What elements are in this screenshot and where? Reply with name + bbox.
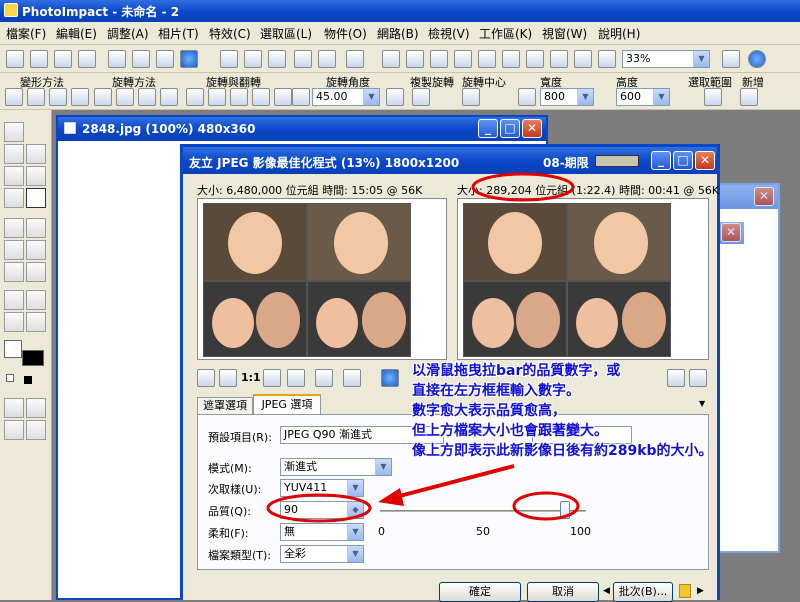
annotation-line-1: 以滑鼠拖曳拉bar的品質數字，或 — [412, 363, 621, 379]
annotation-line-4: 但上方檔案大小也會跟著變大。 — [412, 423, 608, 439]
slider-highlight-circle — [512, 491, 580, 521]
size-highlight-circle — [471, 172, 575, 202]
annotation-arrow — [391, 464, 515, 500]
annotation-line-5: 像上方即表示此新影像日後有約289kb的大小。 — [412, 443, 713, 459]
annotation-line-3: 數字愈大表示品質愈高， — [412, 403, 566, 419]
annotation-line-2: 直接在左方框框輸入數字。 — [412, 383, 580, 399]
quality-highlight-circle — [266, 493, 372, 523]
annotation-overlay — [266, 172, 580, 523]
arrow-head — [378, 488, 404, 506]
